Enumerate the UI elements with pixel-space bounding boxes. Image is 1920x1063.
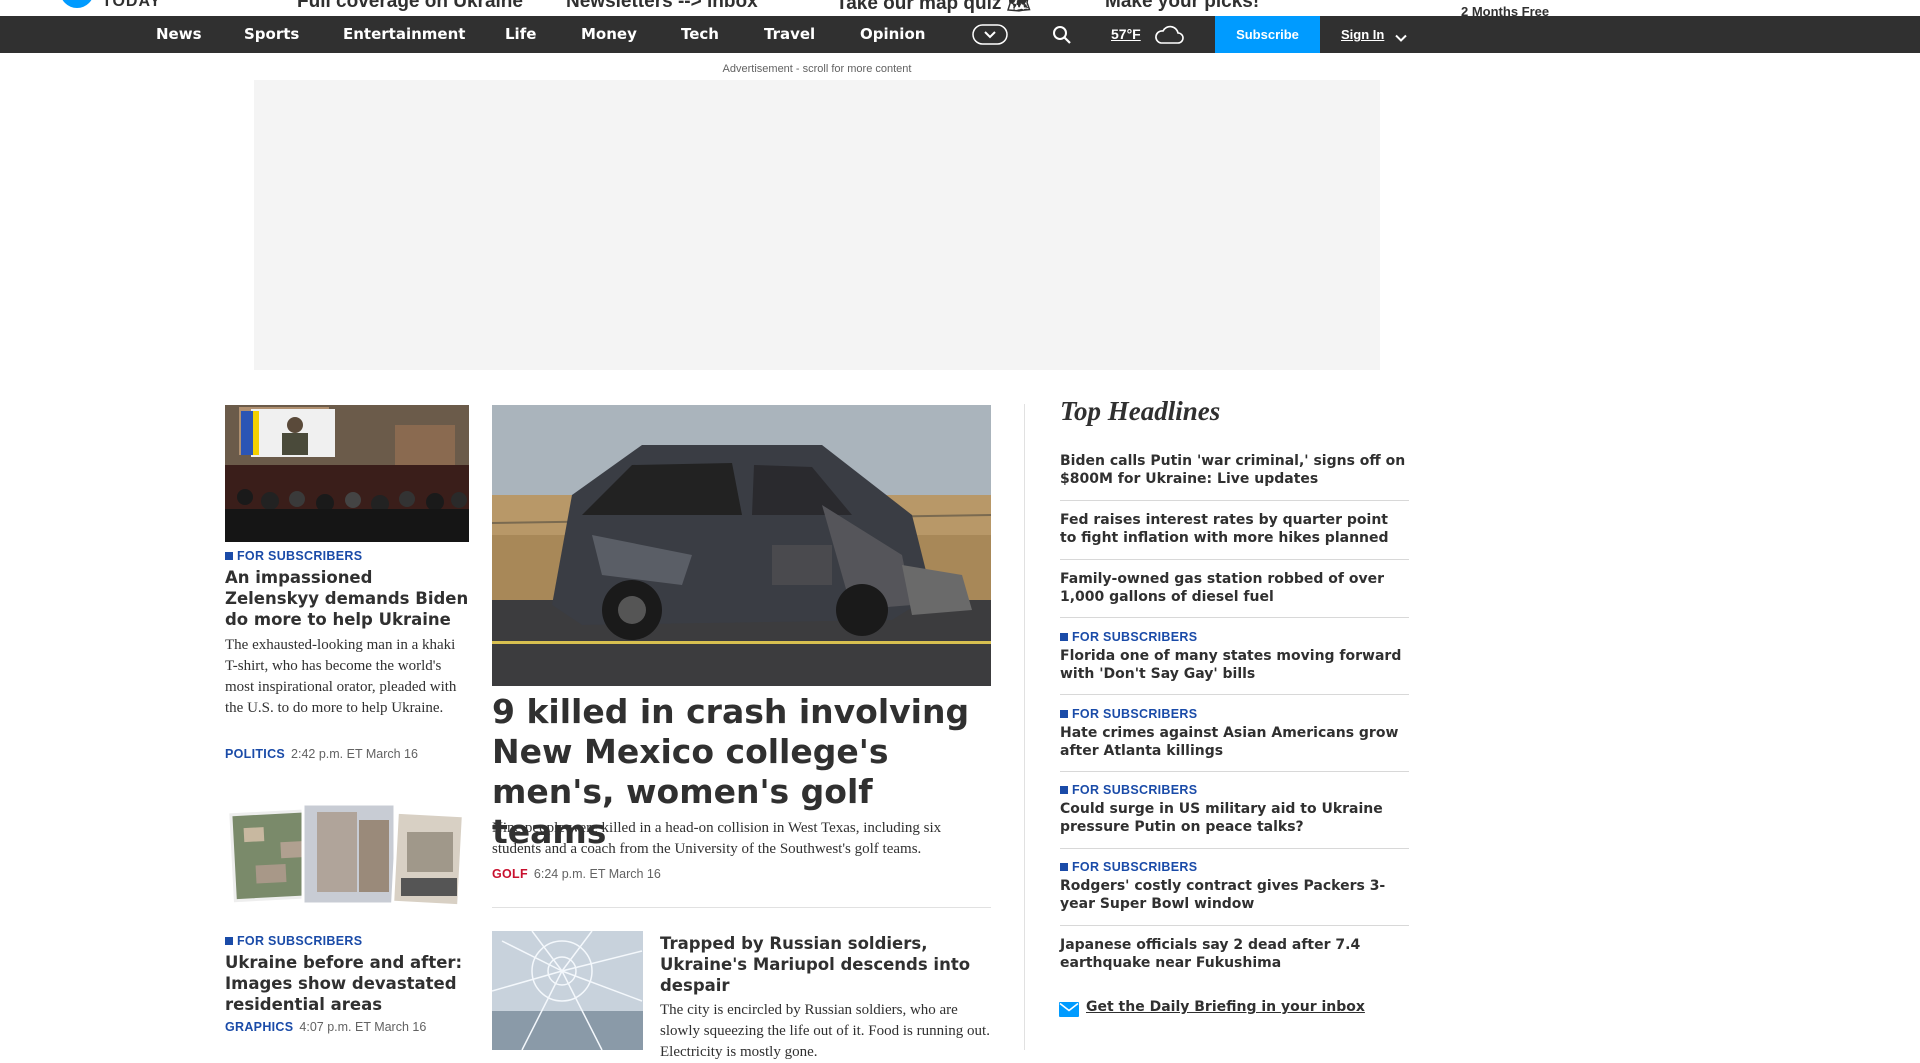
logo-text[interactable]: TODAY [102,0,161,11]
lead-story-dek: Nine people were killed in a head-on col… [492,820,942,857]
subscriber-badge: FOR SUBSCRIBERS [1060,630,1197,644]
subscribe-button[interactable]: Subscribe [1215,16,1320,53]
divider [1060,617,1409,618]
story-dek-mariupol: The city is encircled by Russian soldier… [660,1002,990,1060]
top-headline-item[interactable]: Hate crimes against Asian Americans grow… [1060,724,1409,760]
timestamp: 2:42 p.m. ET March 16 [291,747,418,761]
nav-travel[interactable]: Travel [764,16,815,53]
daily-briefing-signup-link[interactable]: Get the Daily Briefing in your inbox [1086,999,1365,1015]
top-headline-item[interactable]: Could surge in US military aid to Ukrain… [1060,800,1409,836]
section-tag-graphics[interactable]: GRAPHICS [225,1020,293,1034]
nav-news[interactable]: News [156,16,202,53]
story-meta-zelenskyy: POLITICS 2:42 p.m. ET March 16 [225,747,418,761]
subscriber-badge: FOR SUBSCRIBERS [1060,707,1197,721]
story-dek-zelenskyy: The exhausted-looking man in a khaki T-s… [225,637,457,716]
top-headline-item[interactable]: Biden calls Putin 'war criminal,' signs … [1060,452,1409,488]
section-tag-politics[interactable]: POLITICS [225,747,285,761]
promo-link-picks[interactable]: Make your picks! [1105,0,1259,13]
subscriber-badge: FOR SUBSCRIBERS [225,549,362,563]
advertisement-label: Advertisement - scroll for more content [722,63,912,75]
top-headline-item[interactable]: Rodgers' costly contract gives Packers 3… [1060,877,1409,913]
promo-link-map-quiz[interactable]: Take our map quiz 🗺 [836,0,1031,15]
nav-life[interactable]: Life [505,16,536,53]
chevron-down-icon[interactable] [1395,30,1407,48]
divider [1060,500,1409,501]
timestamp: 4:07 p.m. ET March 16 [299,1020,427,1034]
nav-money[interactable]: Money [581,16,637,53]
nav-opinion[interactable]: Opinion [860,16,925,53]
nav-entertainment[interactable]: Entertainment [343,16,465,53]
zelenskyy-address-image[interactable] [225,405,469,542]
divider [1060,694,1409,695]
top-headline-item[interactable]: Florida one of many states moving forwar… [1060,647,1409,683]
story-headline-zelenskyy[interactable]: An impassioned Zelenskyy demands Biden d… [225,567,470,630]
divider [1060,925,1409,926]
subscriber-badge: FOR SUBSCRIBERS [1060,783,1197,797]
nav-sports[interactable]: Sports [244,16,299,53]
divider [1060,559,1409,560]
top-headline-item[interactable]: Fed raises interest rates by quarter poi… [1060,511,1409,547]
subscriber-badge: FOR SUBSCRIBERS [1060,860,1197,874]
signin-link[interactable]: Sign In [1341,16,1384,53]
more-chevron-icon[interactable] [972,24,1008,50]
story-headline-mariupol[interactable]: Trapped by Russian soldiers, Ukraine's M… [660,933,990,996]
story-meta-ukraine-before-after: GRAPHICS 4:07 p.m. ET March 16 [225,1020,426,1034]
section-tag-golf[interactable]: GOLF [492,867,528,881]
divider [1060,848,1409,849]
weather-temp[interactable]: 57°F [1111,16,1141,53]
usa-today-logo-icon[interactable] [60,0,94,8]
advertisement-slot[interactable] [254,80,1380,370]
top-headlines-title: Top Headlines [1060,396,1221,426]
promo-months-free[interactable]: 2 Months Free [1461,4,1549,16]
divider [492,907,991,908]
ukraine-before-after-image[interactable] [225,792,469,916]
column-divider [1024,404,1025,1050]
promo-link-newsletters[interactable]: Newsletters --> inbox [566,0,758,13]
main-navbar: News Sports Entertainment Life Money Tec… [0,16,1920,53]
top-headline-item[interactable]: Family-owned gas station robbed of over … [1060,570,1409,606]
story-headline-ukraine-before-after[interactable]: Ukraine before and after: Images show de… [225,952,470,1015]
envelope-icon [1059,1002,1079,1022]
promo-link-ukraine[interactable]: Full coverage on Ukraine [297,0,523,13]
timestamp: 6:24 p.m. ET March 16 [533,867,661,881]
cloud-icon[interactable] [1153,25,1185,50]
subscriber-badge: FOR SUBSCRIBERS [225,934,362,948]
top-headline-item[interactable]: Japanese officials say 2 dead after 7.4 … [1060,936,1409,972]
shattered-glass-image[interactable] [492,931,643,1050]
nav-tech[interactable]: Tech [681,16,719,53]
top-promo-strip: TODAY Full coverage on Ukraine Newslette… [0,0,1920,16]
lead-story-meta: GOLF 6:24 p.m. ET March 16 [492,867,661,881]
divider [1060,771,1409,772]
crash-scene-image[interactable] [492,405,991,686]
search-icon[interactable] [1052,25,1072,50]
